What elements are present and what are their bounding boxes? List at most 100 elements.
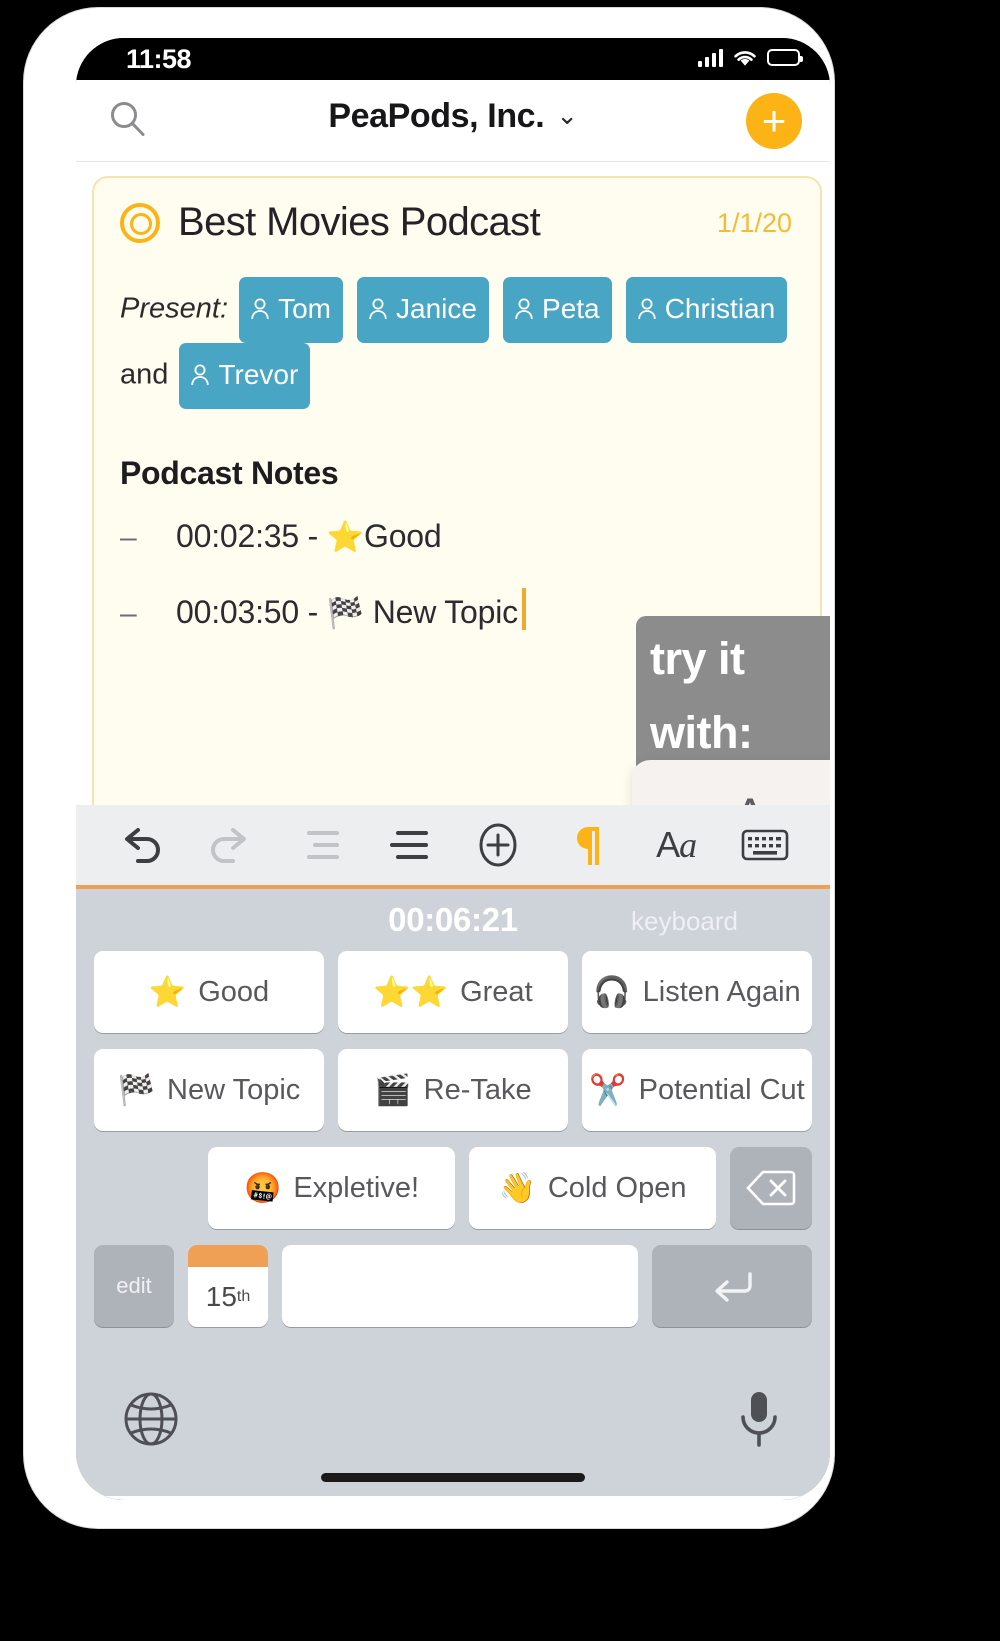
bullet-timestamp: 00:02:35 — [176, 518, 299, 554]
bullet-text: New Topic — [372, 594, 518, 630]
key-great[interactable]: ⭐⭐ Great — [338, 951, 568, 1033]
key-label: Re-Take — [423, 1073, 532, 1106]
calendar-day-suffix: th — [236, 1288, 251, 1305]
attendee-chip-peta[interactable]: Peta — [503, 277, 612, 343]
target-ring-icon[interactable] — [120, 202, 160, 243]
row-spacer — [94, 1147, 194, 1229]
promo-tag: try it with: — [636, 616, 830, 774]
keyboard-row-1: ⭐ Good ⭐⭐ Great 🎧 Listen Again — [76, 951, 830, 1033]
keyboard-row-3: 🤬 Expletive! 👋 Cold Open — [76, 1147, 830, 1229]
text-cursor — [521, 588, 526, 630]
status-bar-time: 11:58 — [126, 44, 192, 74]
keyboard-mode-label[interactable]: keyboard — [631, 906, 738, 937]
person-icon — [638, 298, 656, 320]
star-emoji-icon: ⭐ — [148, 975, 187, 1009]
keyboard-row-2: 🏁 New Topic 🎬 Re-Take ✂️ Potential Cut — [76, 1049, 830, 1131]
calendar-day: 15th — [188, 1267, 268, 1327]
app-container: PeaPods, Inc. ⌄ + Best Movies Podcast 1/1… — [76, 80, 830, 1500]
indent-icon[interactable] — [382, 819, 434, 871]
key-expletive[interactable]: 🤬 Expletive! — [208, 1147, 455, 1229]
battery-icon — [767, 49, 803, 66]
key-label: New Topic — [167, 1073, 301, 1106]
globe-icon[interactable] — [122, 1390, 180, 1453]
attendees-row: Present: Tom Janice Peta Christian and T… — [120, 277, 794, 409]
bullet-dash: – — [120, 597, 137, 630]
key-label: Potential Cut — [638, 1073, 805, 1106]
return-key-icon[interactable] — [652, 1245, 812, 1327]
microphone-icon[interactable] — [734, 1388, 784, 1455]
key-listen-again[interactable]: 🎧 Listen Again — [582, 951, 812, 1033]
promo-app-name-card[interactable]: Agenda — [632, 760, 830, 805]
key-label: Expletive! — [293, 1171, 420, 1204]
edit-key[interactable]: edit — [94, 1245, 174, 1327]
note-date: 1/1/20 — [716, 208, 792, 238]
cellular-bars-icon — [698, 48, 723, 67]
keyboard-row-bottom: edit 15th — [76, 1245, 830, 1327]
key-re-take[interactable]: 🎬 Re-Take — [338, 1049, 568, 1131]
attendee-chip-trevor[interactable]: Trevor — [179, 343, 311, 409]
status-bar: 11:58 — [76, 38, 830, 80]
promo-app-name: Agenda — [733, 787, 830, 805]
redo-icon[interactable] — [204, 819, 256, 871]
checkered-flag-emoji-icon: 🏁 — [326, 597, 364, 630]
attendee-chip-christian[interactable]: Christian — [625, 277, 788, 343]
key-potential-cut[interactable]: ✂️ Potential Cut — [582, 1049, 812, 1131]
attendee-chip-tom[interactable]: Tom — [239, 277, 343, 343]
attendee-chip-janice[interactable]: Janice — [357, 277, 489, 343]
phone-screen: 11:58 PeaPods, Inc. ⌄ + Best Movies Podc… — [76, 38, 830, 1500]
key-label: Good — [198, 975, 270, 1008]
calendar-header-band — [188, 1245, 268, 1267]
attendee-name: Peta — [542, 293, 600, 324]
undo-icon[interactable] — [115, 819, 167, 871]
navigation-bar: PeaPods, Inc. ⌄ + — [76, 80, 830, 162]
key-new-topic[interactable]: 🏁 New Topic — [94, 1049, 324, 1131]
status-bar-icons — [698, 48, 803, 67]
person-icon — [369, 298, 387, 320]
attendee-name: Christian — [664, 293, 776, 324]
bullet-dash: – — [120, 521, 137, 554]
attendee-name: Janice — [396, 293, 477, 324]
workspace-title-label: PeaPods, Inc. — [328, 97, 545, 135]
wifi-icon — [734, 51, 756, 66]
person-icon — [515, 298, 533, 320]
calendar-date-key[interactable]: 15th — [188, 1245, 268, 1327]
attendee-name: Trevor — [218, 359, 299, 390]
keyboard-bottom-bar — [76, 1374, 830, 1496]
space-key[interactable] — [282, 1245, 638, 1327]
note-bullet-1[interactable]: – 00:02:35 - ⭐ Good — [120, 518, 794, 555]
person-icon — [191, 364, 210, 386]
editor-toolbar: Aa — [76, 805, 830, 889]
home-indicator — [321, 1473, 585, 1482]
key-label: Listen Again — [642, 975, 801, 1008]
star-emoji-icon: ⭐ — [326, 521, 364, 554]
checkered-flag-emoji-icon: 🏁 — [117, 1073, 156, 1107]
keyboard-status-row: 00:06:21 keyboard — [76, 889, 830, 951]
note-header: Best Movies Podcast 1/1/20 — [120, 200, 794, 245]
phone-frame: 11:58 PeaPods, Inc. ⌄ + Best Movies Podc… — [24, 8, 834, 1528]
note-scroll-area[interactable]: Best Movies Podcast 1/1/20 Present: Tom — [76, 162, 830, 805]
keyboard-icon[interactable] — [739, 819, 791, 871]
bullet-separator: - — [307, 518, 319, 554]
workspace-title[interactable]: PeaPods, Inc. ⌄ — [76, 97, 830, 136]
bullet-timestamp: 00:03:50 — [176, 594, 299, 630]
key-good[interactable]: ⭐ Good — [94, 951, 324, 1033]
promo-tag-line1: try it — [650, 633, 745, 684]
key-cold-open[interactable]: 👋 Cold Open — [469, 1147, 716, 1229]
text-format-icon[interactable]: Aa — [650, 819, 702, 871]
add-circle-icon[interactable] — [472, 819, 524, 871]
screenshot-root: 11:58 PeaPods, Inc. ⌄ + Best Movies Podc… — [0, 0, 1000, 1641]
paragraph-mark-icon[interactable] — [561, 819, 613, 871]
delete-backward-icon[interactable] — [730, 1147, 812, 1229]
headphones-emoji-icon: 🎧 — [593, 975, 631, 1009]
add-note-button[interactable]: + — [746, 93, 802, 149]
outdent-icon[interactable] — [293, 819, 345, 871]
waving-hand-emoji-icon: 👋 — [498, 1171, 536, 1205]
person-icon — [251, 298, 269, 320]
attendee-name: Tom — [278, 293, 331, 324]
promo-overlay: try it with: Agenda — [632, 608, 830, 805]
scissors-emoji-icon: ✂️ — [589, 1073, 627, 1107]
key-label: Cold Open — [547, 1171, 687, 1204]
section-heading: Podcast Notes — [120, 455, 339, 491]
key-label: Great — [460, 975, 533, 1008]
bullet-separator: - — [307, 594, 319, 630]
